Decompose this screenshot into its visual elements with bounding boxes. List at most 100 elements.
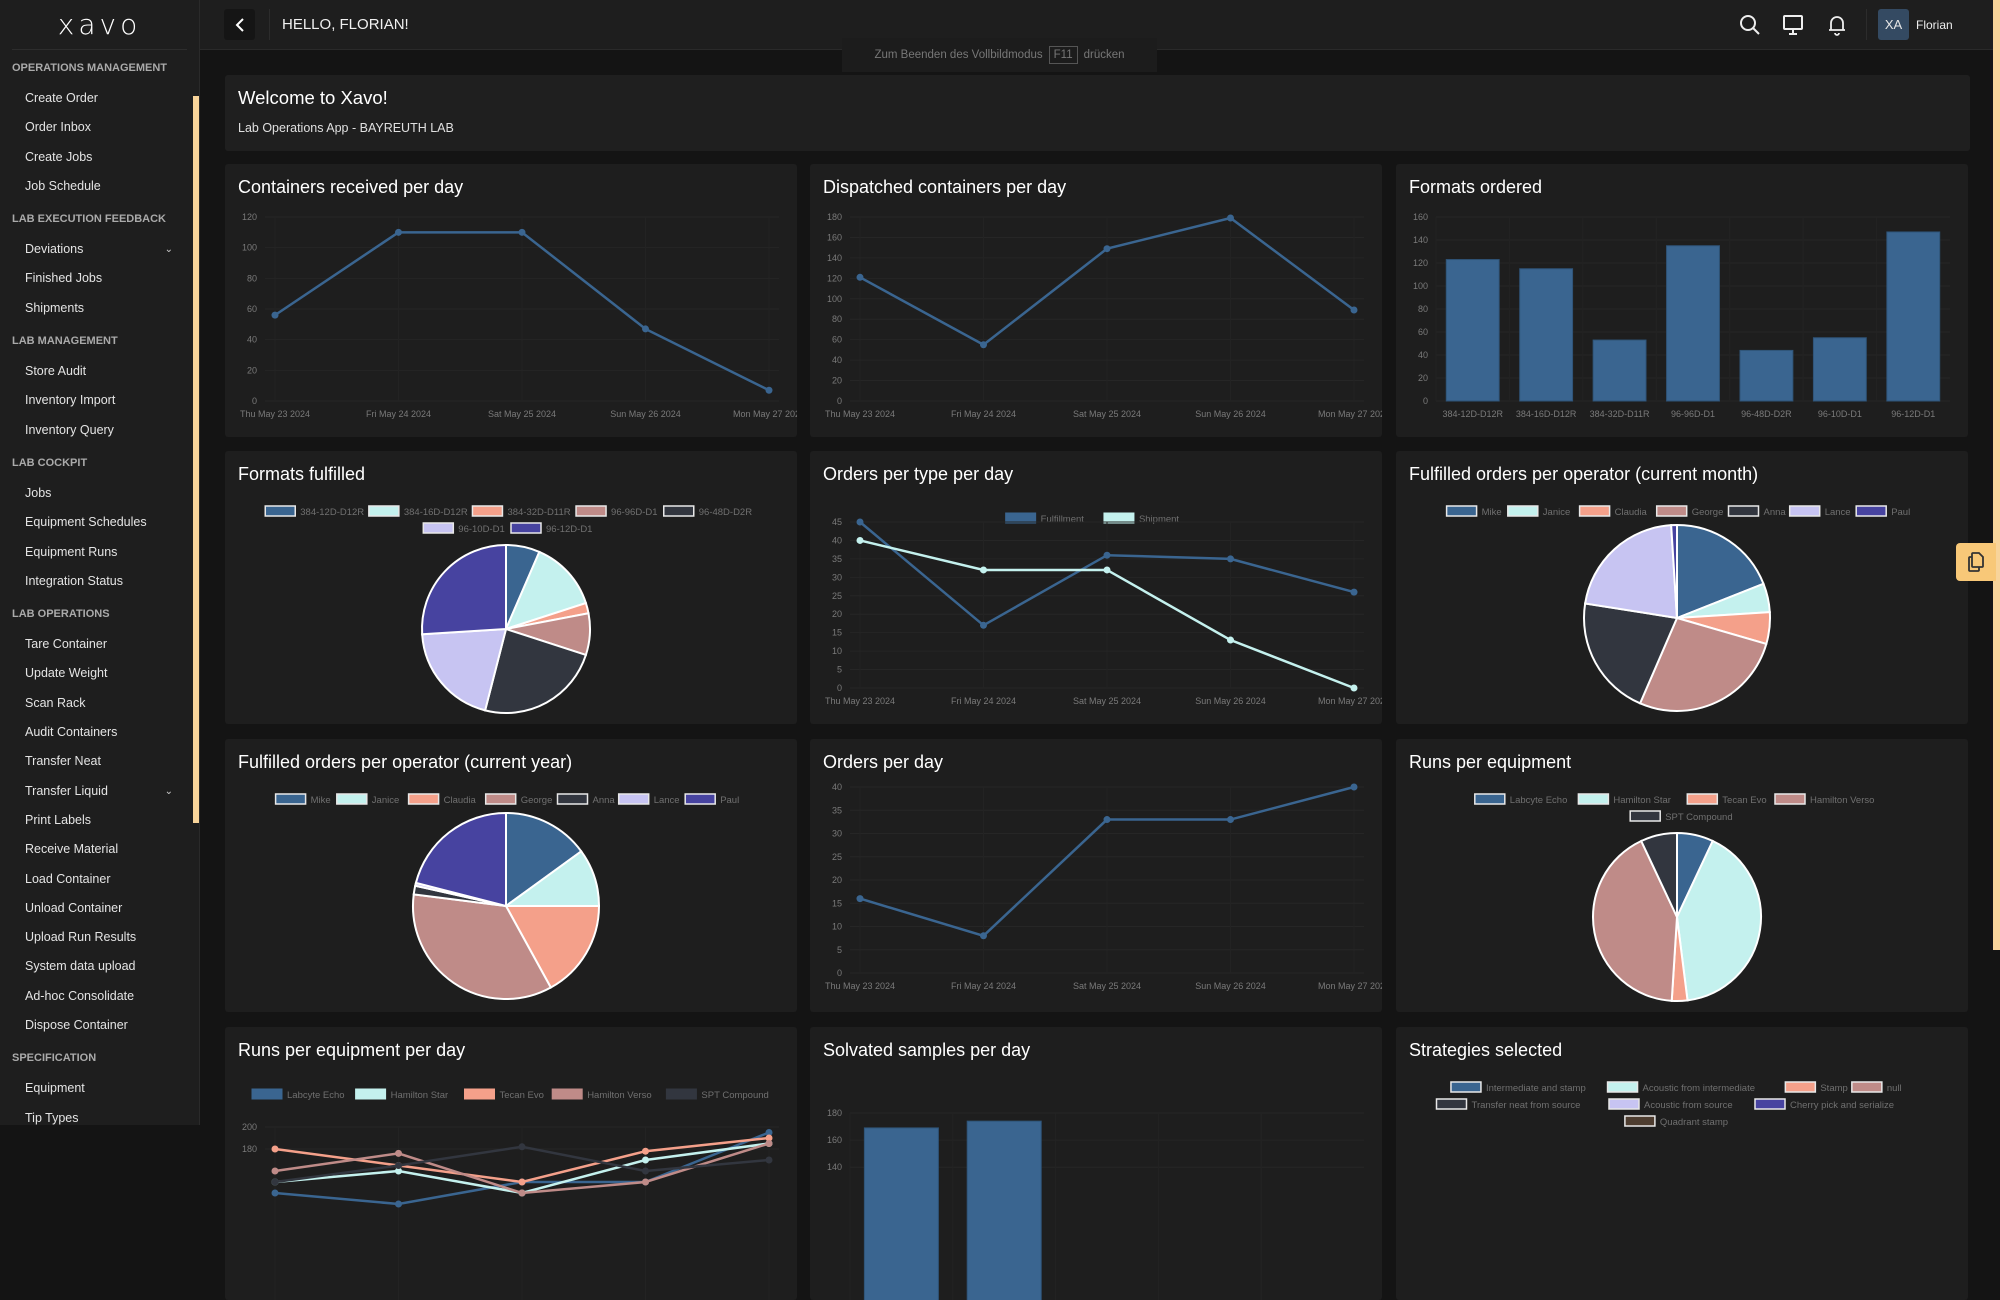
user-name[interactable]: Florian	[1916, 18, 1953, 32]
chevron-down-icon[interactable]: ⌄	[165, 235, 173, 264]
legend-item[interactable]: Claudia	[407, 793, 477, 806]
legend-item[interactable]: Claudia	[1578, 505, 1648, 518]
legend-item[interactable]: Quadrant stamp	[1624, 1115, 1728, 1128]
search-button[interactable]	[1738, 13, 1762, 37]
y-tick-label: 80	[832, 314, 842, 324]
copy-button[interactable]	[1956, 543, 1996, 581]
legend-item[interactable]: Tecan Evo	[464, 1088, 544, 1101]
chart-card-runs-per-equipment: Runs per equipment Labcyte Echo Hamilton S…	[1396, 739, 1968, 1012]
legend-item[interactable]: 96-96D-D1	[575, 505, 658, 518]
sidebar-item-upload-run-results[interactable]: Upload Run Results	[0, 923, 199, 952]
legend-item[interactable]: Lance	[617, 793, 680, 806]
legend-item[interactable]: Mike	[274, 793, 331, 806]
sidebar-item-equipment-runs[interactable]: Equipment Runs	[0, 538, 199, 567]
chevron-down-icon[interactable]: ⌄	[165, 777, 173, 806]
legend-item[interactable]: Transfer neat from source	[1435, 1098, 1581, 1111]
legend-item[interactable]: Hamilton Star	[355, 1088, 449, 1101]
welcome-card: Welcome to Xavo! Lab Operations App - BA…	[225, 75, 1970, 151]
legend-item[interactable]: 96-12D-D1	[510, 522, 592, 535]
legend-swatch	[1507, 505, 1539, 517]
sidebar-item-create-jobs[interactable]: Create Jobs	[0, 143, 199, 172]
sidebar-item-ad-hoc-consolidate[interactable]: Ad-hoc Consolidate	[0, 982, 199, 1011]
legend-item[interactable]: SPT Compound	[1629, 810, 1733, 823]
legend-item[interactable]: Hamilton Verso	[1774, 793, 1874, 806]
x-tick-label: Sun May 26 2024	[1195, 409, 1266, 419]
fullscreen-notice-text: Zum Beenden des Vollbildmodus	[874, 49, 1043, 61]
legend-item[interactable]: Anna	[1727, 505, 1787, 518]
legend-item[interactable]: 384-12D-D12R	[264, 505, 364, 518]
sidebar-item-transfer-liquid[interactable]: Transfer Liquid ⌄	[0, 777, 199, 806]
sidebar-item-unload-container[interactable]: Unload Container	[0, 894, 199, 923]
legend-item[interactable]: 96-10D-D1	[422, 522, 505, 535]
legend-item[interactable]: Acoustic from source	[1608, 1098, 1733, 1111]
legend-item[interactable]: null	[1851, 1081, 1902, 1094]
sidebar-item-scan-rack[interactable]: Scan Rack	[0, 689, 199, 718]
sidebar-item-tip-types[interactable]: Tip Types	[0, 1104, 199, 1125]
legend-item[interactable]: Stamp	[1784, 1081, 1848, 1094]
sidebar-item-shipments[interactable]: Shipments	[0, 294, 199, 323]
sidebar-item-inventory-import[interactable]: Inventory Import	[0, 386, 199, 415]
notifications-button[interactable]	[1825, 13, 1849, 37]
data-point	[1350, 306, 1358, 314]
sidebar-item-finished-jobs[interactable]: Finished Jobs	[0, 264, 199, 293]
y-tick-label: 0	[1423, 396, 1428, 406]
sidebar-item-equipment-schedules[interactable]: Equipment Schedules	[0, 508, 199, 537]
sidebar-item-system-data-upload[interactable]: System data upload	[0, 952, 199, 981]
app-logo[interactable]: xavo	[12, 0, 187, 50]
sidebar-item-label: Scan Rack	[25, 695, 86, 710]
legend-item[interactable]: Janice	[336, 793, 399, 806]
sidebar-item-integration-status[interactable]: Integration Status	[0, 567, 199, 596]
legend-item[interactable]: Janice	[1507, 505, 1570, 518]
legend-label: Paul	[1891, 507, 1910, 518]
sidebar-item-store-audit[interactable]: Store Audit	[0, 357, 199, 386]
legend-item[interactable]: Fulfillment	[1005, 512, 1085, 525]
legend-item[interactable]: Labcyte Echo	[251, 1088, 345, 1101]
sidebar-item-transfer-neat[interactable]: Transfer Neat	[0, 747, 199, 776]
sidebar-item-print-labels[interactable]: Print Labels	[0, 806, 199, 835]
sidebar-item-update-weight[interactable]: Update Weight	[0, 659, 199, 688]
sidebar-item-order-inbox[interactable]: Order Inbox	[0, 113, 199, 142]
legend-item[interactable]: 384-16D-D12R	[368, 505, 468, 518]
sidebar-item-job-schedule[interactable]: Job Schedule	[0, 172, 199, 201]
sidebar-item-label: Finished Jobs	[25, 271, 103, 286]
sidebar-item-equipment[interactable]: Equipment	[0, 1074, 199, 1103]
sidebar-item-tare-container[interactable]: Tare Container	[0, 630, 199, 659]
legend-item[interactable]: Paul	[1855, 505, 1910, 518]
sidebar-item-dispose-container[interactable]: Dispose Container	[0, 1011, 199, 1040]
y-tick-label: 60	[1418, 327, 1428, 337]
legend-item[interactable]: Shipment	[1103, 512, 1179, 525]
legend-item[interactable]: Lance	[1788, 505, 1851, 518]
legend-item[interactable]: 384-32D-D11R	[471, 505, 571, 518]
legend-swatch	[551, 1088, 583, 1100]
legend-item[interactable]: Cherry pick and serialize	[1754, 1098, 1894, 1111]
legend-item[interactable]: Intermediate and stamp	[1450, 1081, 1586, 1094]
sidebar-item-jobs[interactable]: Jobs	[0, 479, 199, 508]
avatar[interactable]: XA	[1878, 9, 1909, 40]
sidebar-item-load-container[interactable]: Load Container	[0, 865, 199, 894]
collapse-sidebar-button[interactable]	[224, 9, 255, 40]
legend-item[interactable]: George	[1655, 505, 1724, 518]
legend-item[interactable]: Tecan Evo	[1686, 793, 1767, 806]
sidebar-item-inventory-query[interactable]: Inventory Query	[0, 416, 199, 445]
legend-item[interactable]: Mike	[1445, 505, 1502, 518]
sidebar-item-receive-material[interactable]: Receive Material	[0, 835, 199, 864]
legend-item[interactable]: Anna	[556, 793, 616, 806]
legend-item[interactable]: 96-48D-D2R	[663, 505, 752, 518]
y-tick-label: 40	[832, 535, 842, 545]
legend-item[interactable]: Paul	[684, 793, 739, 806]
legend-item[interactable]: Hamilton Star	[1577, 793, 1671, 806]
page-scrollbar[interactable]	[1993, 0, 2000, 950]
data-point	[271, 1189, 279, 1197]
legend-item[interactable]: George	[484, 793, 553, 806]
sidebar-item-audit-containers[interactable]: Audit Containers	[0, 718, 199, 747]
sidebar-item-create-order[interactable]: Create Order	[0, 84, 199, 113]
legend-item[interactable]: Labcyte Echo	[1474, 793, 1568, 806]
display-button[interactable]	[1781, 13, 1805, 37]
sidebar-item-label: Receive Material	[25, 842, 119, 857]
legend-swatch	[1445, 505, 1478, 517]
sidebar-scrollbar[interactable]	[193, 96, 199, 823]
legend-item[interactable]: Hamilton Verso	[551, 1088, 652, 1101]
legend-item[interactable]: Acoustic from intermediate	[1606, 1081, 1755, 1094]
sidebar-item-deviations[interactable]: Deviations ⌄	[0, 235, 199, 264]
legend-item[interactable]: SPT Compound	[665, 1088, 769, 1101]
